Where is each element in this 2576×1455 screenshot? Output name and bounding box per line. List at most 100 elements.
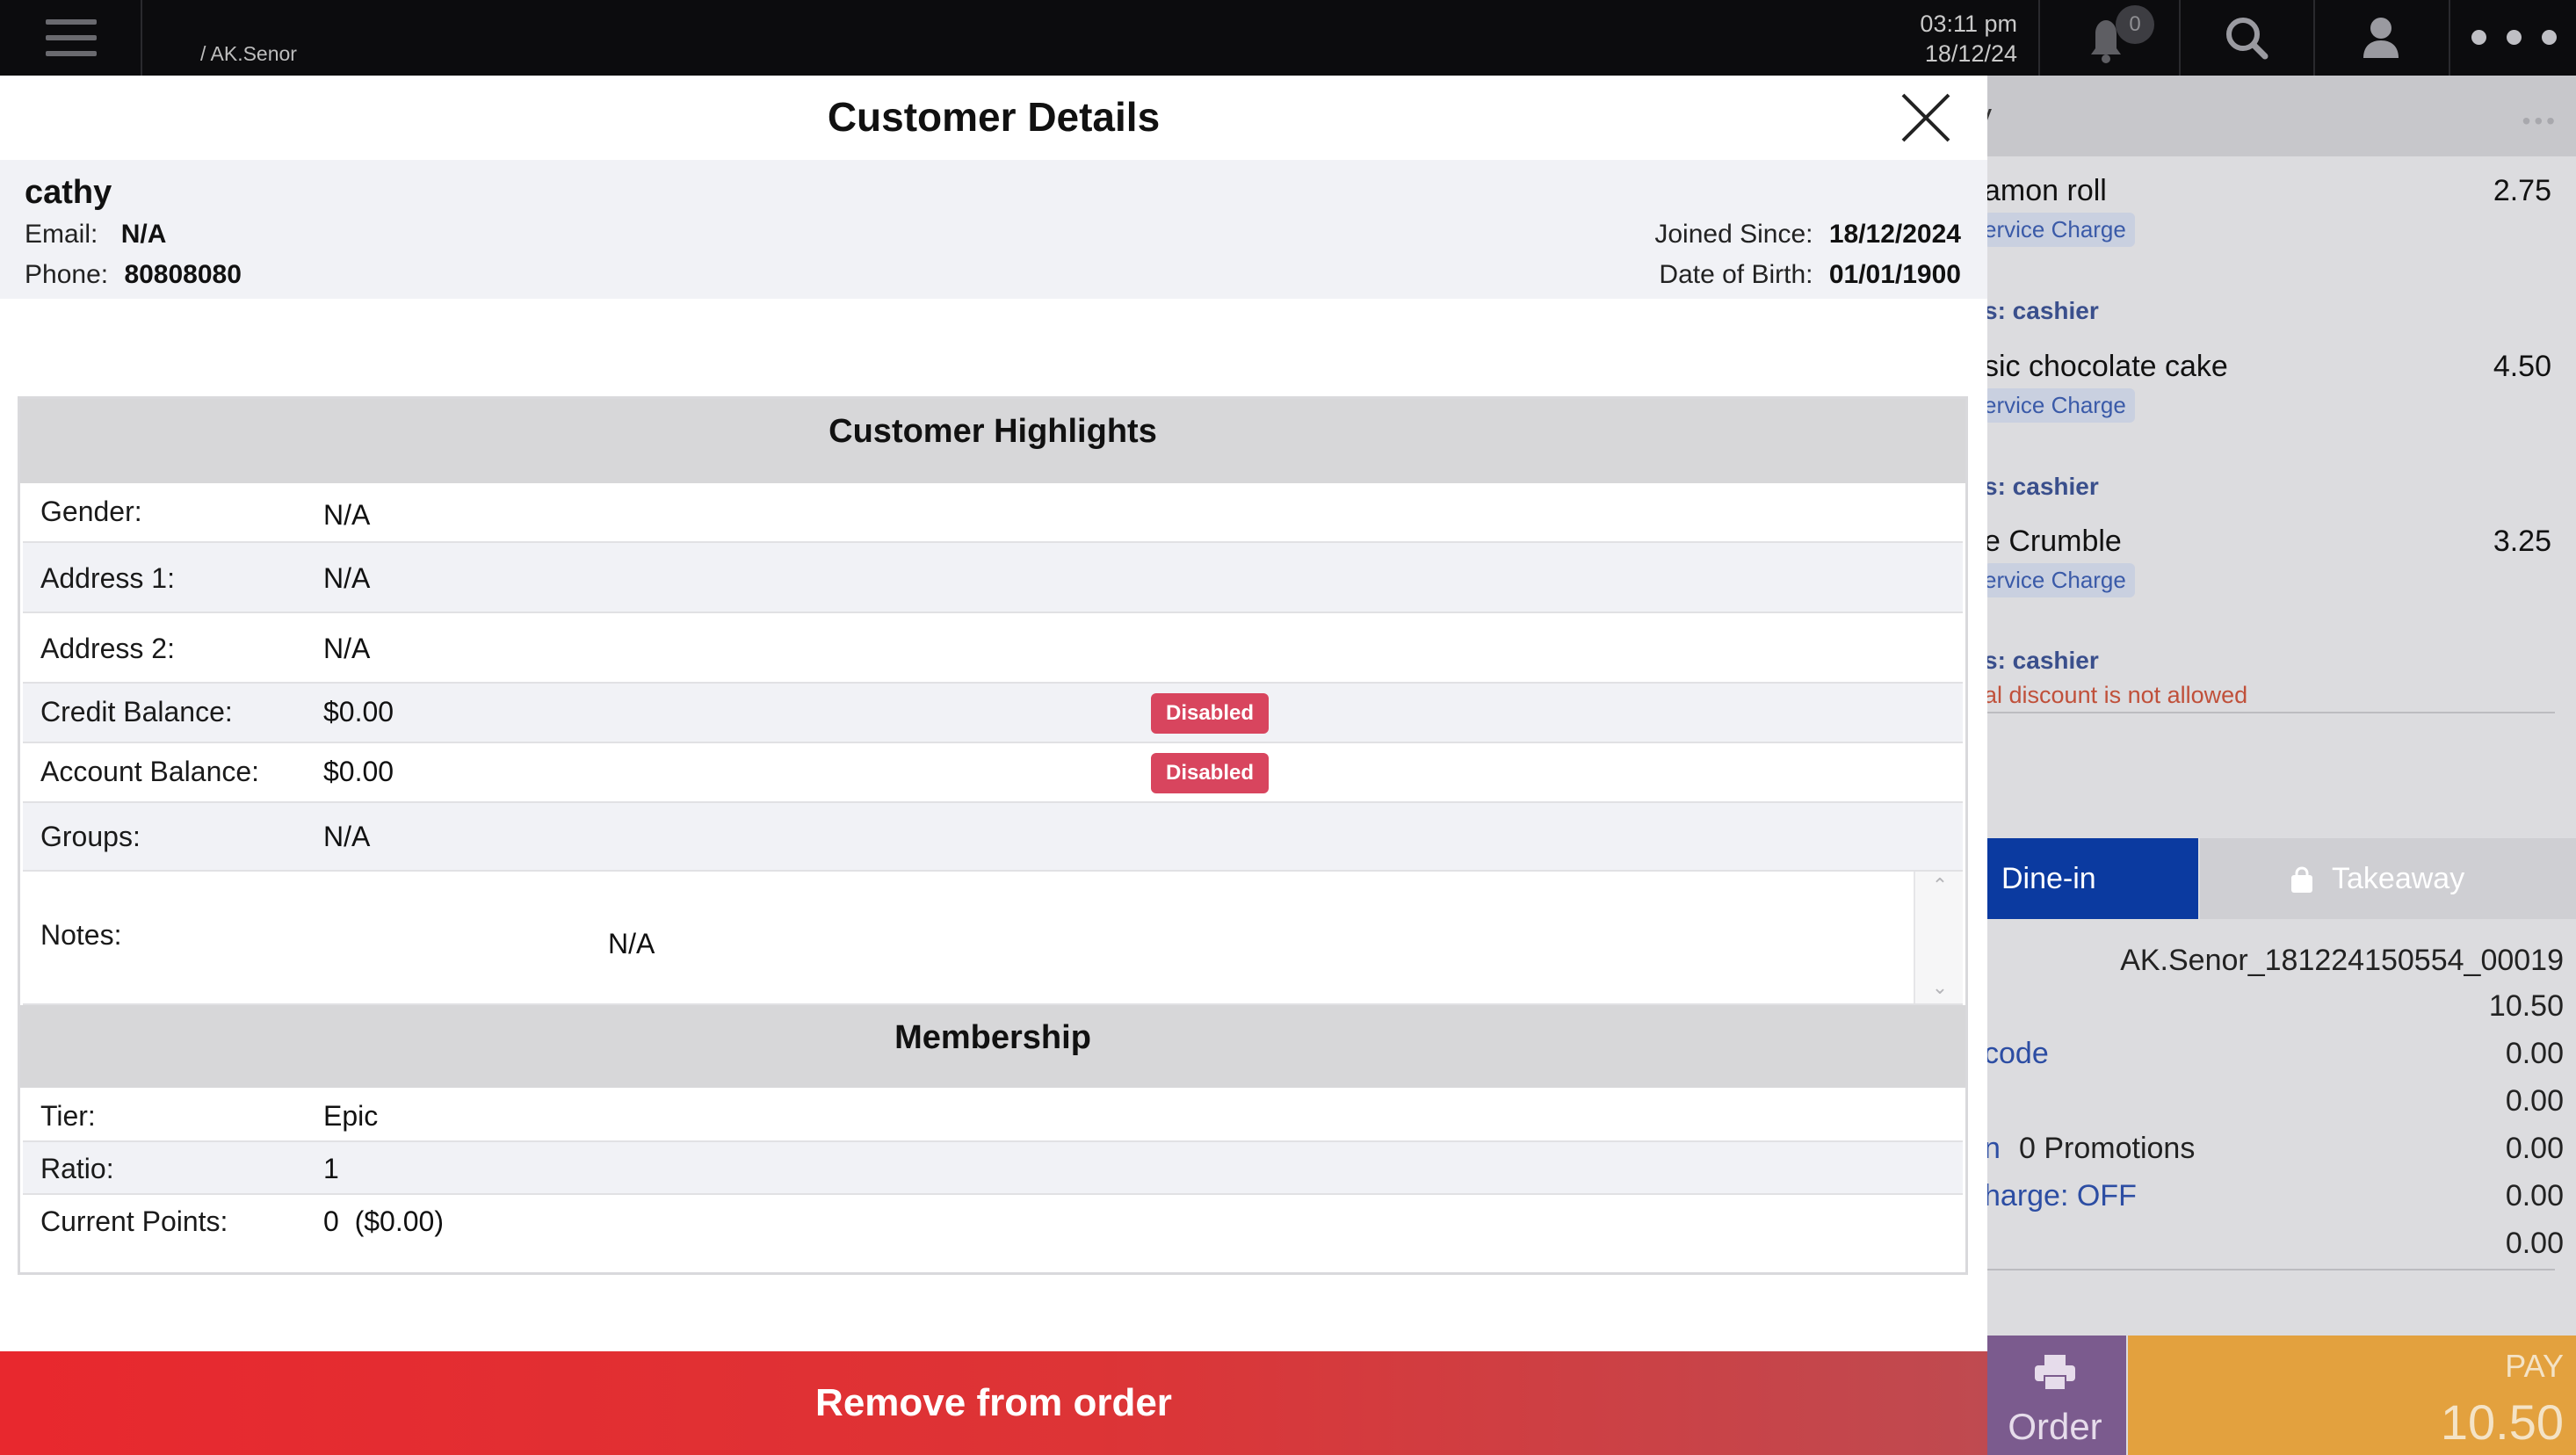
status-badge: Disabled [1151, 753, 1269, 793]
order-item-name[interactable]: amon roll [1984, 174, 2107, 208]
phone-label: Phone: [25, 260, 109, 289]
summary-value: 0.00 [2505, 1084, 2564, 1118]
notes-value: N/A [608, 928, 655, 959]
pay-label: PAY [2505, 1348, 2564, 1384]
user-button[interactable] [2313, 0, 2445, 76]
app-root: / AK.Senor 03:11 pm 18/12/24 0 y ••• amo… [0, 0, 2576, 1455]
order-panel: y ••• amon roll 2.75 ervice Charge s: ca… [1984, 76, 2576, 1455]
customer-joined: Joined Since: 18/12/2024 [1654, 220, 1961, 250]
order-item-price: 2.75 [2493, 174, 2551, 207]
order-item-price: 4.50 [2493, 350, 2551, 383]
notes-row: Notes: N/A ⌃ ⌄ [23, 872, 1963, 1005]
dine-in-tab[interactable]: Dine-in [1984, 838, 2198, 919]
row-value: N/A [323, 633, 371, 664]
takeaway-tab[interactable]: Takeaway [2200, 838, 2576, 919]
menu-line [46, 35, 97, 40]
close-button[interactable] [1898, 90, 1954, 146]
service-charge-toggle[interactable]: harge: OFF [1984, 1179, 2137, 1213]
service-charge-tag: ervice Charge [1984, 563, 2135, 597]
more-dots-icon [2542, 30, 2557, 45]
order-button-label: Order [2008, 1406, 2102, 1447]
order-panel-header: y ••• [1984, 76, 2576, 156]
service-charge-tag: ervice Charge [1984, 388, 2135, 423]
row-value: N/A [323, 562, 371, 594]
customer-name: cathy [25, 174, 112, 211]
row-value: N/A [323, 821, 371, 852]
notifications-button[interactable]: 0 [2038, 0, 2170, 76]
close-icon [1901, 93, 1950, 142]
dob-label: Date of Birth: [1659, 260, 1813, 289]
row-label: Notes: [40, 919, 122, 951]
shopping-bag-icon [2291, 866, 2312, 893]
bell-icon [2091, 20, 2121, 63]
order-item-price: 3.25 [2493, 525, 2551, 558]
highlights-title: Customer Highlights [20, 399, 1965, 483]
notification-count-badge: 0 [2116, 5, 2154, 44]
search-button[interactable] [2179, 0, 2311, 76]
more-dots-icon [2471, 30, 2486, 45]
table-row: Credit Balance: $0.00 Disabled [23, 684, 1963, 743]
chevron-down-icon[interactable]: ⌄ [1931, 978, 1949, 997]
row-label: Ratio: [40, 1153, 114, 1184]
row-value: 1 [323, 1153, 339, 1184]
notes-scrollbar[interactable]: ⌃ ⌄ [1914, 872, 1963, 1003]
menu-line [46, 51, 97, 56]
search-icon [2226, 18, 2268, 60]
remove-from-order-button[interactable]: Remove from order [0, 1351, 1987, 1455]
pay-button[interactable]: PAY 10.50 [2128, 1336, 2576, 1455]
table-row: Tier: Epic [23, 1088, 1963, 1142]
table-row: Groups: N/A [23, 803, 1963, 872]
row-value: $0.00 [323, 696, 394, 728]
modal-header: Customer Details [0, 76, 1987, 160]
order-item-staff: s: cashier [1984, 647, 2099, 674]
chevron-up-icon[interactable]: ⌃ [1931, 876, 1949, 895]
joined-value: 18/12/2024 [1828, 220, 1961, 249]
order-button[interactable]: Order [1984, 1336, 2126, 1455]
joined-label: Joined Since: [1654, 220, 1813, 249]
table-row: Account Balance: $0.00 Disabled [23, 743, 1963, 803]
row-value: N/A [323, 499, 371, 531]
status-badge: Disabled [1151, 693, 1269, 734]
service-charge-tag: ervice Charge [1984, 213, 2135, 247]
row-label: Gender: [40, 496, 142, 527]
more-options-button[interactable] [2449, 0, 2576, 76]
clock-time: 03:11 pm [1920, 11, 2017, 37]
order-item-staff: s: cashier [1984, 297, 2099, 324]
email-value: N/A [120, 220, 167, 249]
table-row: Address 2: N/A [23, 613, 1963, 684]
service-charge-value: 0.00 [2505, 1179, 2564, 1212]
row-label: Address 2: [40, 633, 175, 664]
printer-icon [2035, 1355, 2075, 1390]
row-value: 0 ($0.00) [323, 1205, 444, 1237]
more-dots-icon [2507, 30, 2522, 45]
discount-warning: al discount is not allowed [1984, 682, 2248, 708]
row-value: $0.00 [323, 756, 394, 787]
promotions-value: 0.00 [2505, 1132, 2564, 1165]
customer-email: Email: N/A [25, 220, 166, 250]
order-item-name[interactable]: sic chocolate cake [1984, 350, 2228, 384]
hamburger-menu-icon[interactable] [0, 0, 142, 76]
promo-code-value: 0.00 [2505, 1037, 2564, 1070]
customer-info: cathy Email: N/A Phone: 80808080 Joined … [0, 160, 1987, 299]
row-value: Epic [323, 1100, 379, 1132]
membership-title: Membership [20, 1005, 1965, 1088]
customer-phone: Phone: 80808080 [25, 260, 242, 290]
order-item-name[interactable]: e Crumble [1984, 525, 2122, 559]
top-bar: / AK.Senor 03:11 pm 18/12/24 0 [0, 0, 2576, 76]
subtotal-value: 10.50 [2488, 989, 2564, 1023]
summary-value: 0.00 [2505, 1227, 2564, 1260]
menu-line [46, 19, 97, 25]
email-label: Email: [25, 220, 98, 249]
row-label: Current Points: [40, 1205, 228, 1237]
divider [1984, 1269, 2555, 1270]
user-icon [2363, 18, 2399, 58]
order-id: AK.Senor_181224150554_00019 [2120, 944, 2564, 977]
row-label: Credit Balance: [40, 696, 233, 728]
row-label: Groups: [40, 821, 141, 852]
more-dots-icon[interactable]: ••• [2522, 107, 2558, 135]
customer-dob: Date of Birth: 01/01/1900 [1659, 260, 1961, 290]
modal-title: Customer Details [827, 94, 1161, 140]
row-label: Tier: [40, 1100, 96, 1132]
row-label: Address 1: [40, 562, 175, 594]
promo-code-link[interactable]: code [1984, 1037, 2049, 1071]
